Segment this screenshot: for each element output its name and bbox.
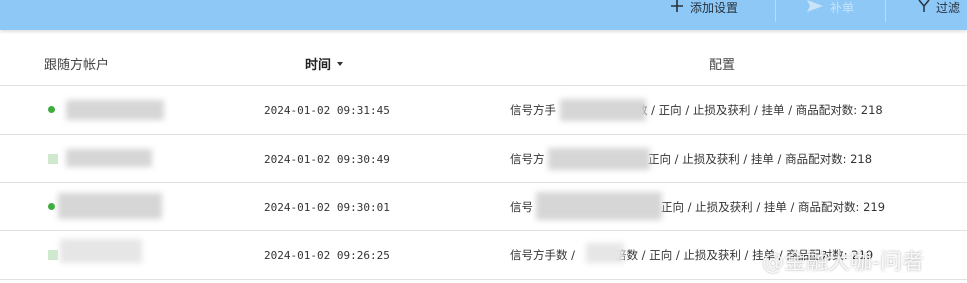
redacted-config xyxy=(560,99,646,121)
redacted-config xyxy=(548,148,650,170)
table-row[interactable]: 2024-01-02 09:30:01 信号 正向 / 止损及获利 / 挂单 /… xyxy=(0,183,967,231)
config-text-end: 正向 / 止损及获利 / 挂单 / 商品配对数: 219 xyxy=(661,200,886,214)
redacted-account xyxy=(60,239,142,263)
filter-label: 过滤 xyxy=(936,0,961,15)
status-indicator xyxy=(48,203,55,210)
table-row[interactable]: 2024-01-02 09:31:45 信号方手 数 / 正向 / 止损及获利 … xyxy=(0,86,967,134)
redacted-account xyxy=(66,100,164,120)
reissue-label: 补单 xyxy=(830,0,855,15)
time-cell: 2024-01-02 09:30:49 xyxy=(264,152,390,166)
column-header-account-label: 跟随方帐户 xyxy=(44,57,110,73)
toolbar: 添加设置 补单 过滤 xyxy=(0,0,967,30)
redacted-account xyxy=(66,149,152,167)
send-icon xyxy=(806,0,824,16)
config-text-end: 数 / 正向 / 止损及获利 / 挂单 / 商品配对数: 218 xyxy=(636,103,883,117)
table-row[interactable]: 2024-01-02 09:30:49 信号方 / 正向 / 止损及获利 / 挂… xyxy=(0,135,967,183)
column-header-time-label: 时间 xyxy=(305,57,332,73)
status-indicator xyxy=(48,250,58,260)
sort-desc-icon xyxy=(337,62,344,66)
toolbar-divider xyxy=(885,0,886,22)
config-text-start: 信号方手数 / xyxy=(510,248,576,262)
add-settings-button[interactable]: 添加设置 xyxy=(670,0,739,16)
table-header: 跟随方帐户 时间 配置 xyxy=(0,42,967,84)
time-cell: 2024-01-02 09:31:45 xyxy=(264,103,390,117)
config-text-start: 信号 xyxy=(510,200,533,214)
reissue-button[interactable]: 补单 xyxy=(806,0,855,16)
config-text-end: / 正向 / 止损及获利 / 挂单 / 商品配对数: 218 xyxy=(640,152,873,166)
column-header-time[interactable]: 时间 xyxy=(305,42,344,84)
redacted-config xyxy=(536,192,662,220)
config-text-start: 信号方 xyxy=(510,152,545,166)
time-cell: 2024-01-02 09:30:01 xyxy=(264,200,390,214)
column-header-config-label: 配置 xyxy=(709,57,736,73)
redacted-config xyxy=(586,243,624,263)
watermark: @金融大咖-问者 xyxy=(762,250,924,275)
status-indicator xyxy=(48,106,55,113)
config-text-start: 信号方手 xyxy=(510,103,556,117)
redacted-account xyxy=(58,193,162,219)
toolbar-divider xyxy=(775,0,776,22)
add-settings-label: 添加设置 xyxy=(690,0,739,15)
row-divider xyxy=(0,279,967,280)
plus-icon xyxy=(670,0,684,16)
status-indicator xyxy=(48,154,58,164)
column-header-config[interactable]: 配置 xyxy=(709,42,735,84)
filter-button[interactable]: 过滤 xyxy=(918,0,961,16)
column-header-account[interactable]: 跟随方帐户 xyxy=(44,42,109,84)
time-cell: 2024-01-02 09:26:25 xyxy=(264,248,390,262)
funnel-icon xyxy=(918,0,930,16)
